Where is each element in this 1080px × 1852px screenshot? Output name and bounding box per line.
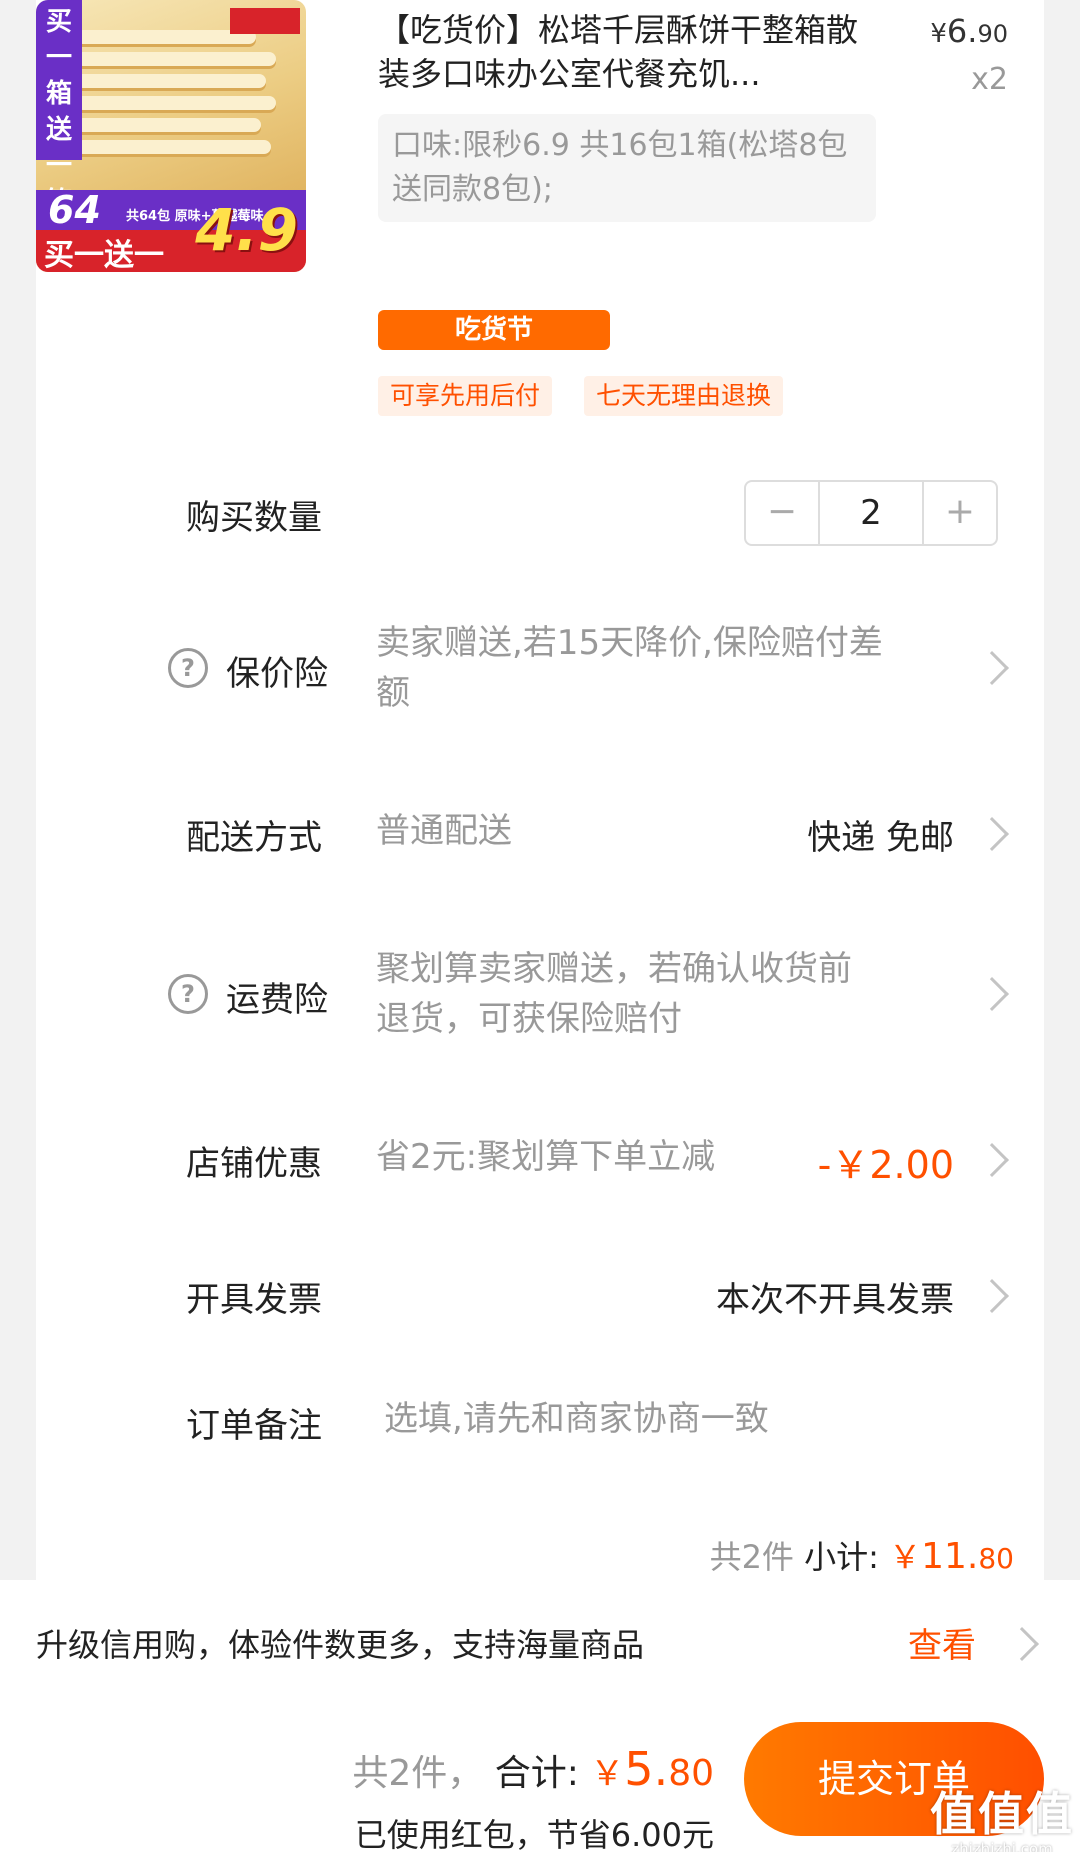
shop-discount-label: 店铺优惠 [186,1144,322,1184]
watermark-logo: 值值值 zhizhizhi.com [930,1787,1074,1852]
increment-button[interactable]: + [924,482,996,544]
pastry-illustration [76,30,276,180]
subtotal: 共2件 小计: ￥11.80 [709,1536,1014,1577]
price-protection-label: 保价险 [226,654,328,694]
total-amount: ￥5.80 [590,1742,714,1796]
chevron-right-icon[interactable] [1005,1627,1039,1661]
shipping-insurance-desc[interactable]: 聚划算卖家赠送，若确认收货前 退货，可获保险赔付 [376,944,852,1044]
decrement-button[interactable]: − [746,482,818,544]
quantity-stepper[interactable]: − 2 + [744,480,998,546]
image-price: 4.9 [195,196,298,264]
quantity-badge: x2 [971,62,1008,97]
product-image[interactable]: 买一箱送一箱 64 共64包 原味+蔓越莓味 买一送一 4.9 [36,0,306,272]
product-title[interactable]: 【吃货价】松塔千层酥饼干整箱散装多口味办公室代餐充饥... [378,8,878,96]
help-circle-icon[interactable]: ? [168,648,208,688]
unit-price: ¥6.90 [930,12,1008,50]
pack-count: 64 [48,188,101,232]
subtotal-amount: ￥11.80 [889,1536,1014,1577]
invoice-label: 开具发票 [186,1280,322,1320]
delivery-value[interactable]: 快递 免邮 [807,810,954,859]
delivery-desc: 普通配送 [376,811,512,851]
invoice-value[interactable]: 本次不开具发票 [716,1272,954,1321]
credit-text: 升级信用购，体验件数更多，支持海量商品 [36,1626,645,1664]
promo-tag: 吃货节 [378,310,610,350]
savings-note: 已使用红包，节省6.00元 [354,1816,714,1852]
checkout-bar: 共2件， 合计: ￥5.80 已使用红包，节省6.00元 提交订单 值值值 zh… [0,1700,1080,1852]
shop-discount-desc: 省2元:聚划算下单立减 [376,1137,716,1177]
quantity-value[interactable]: 2 [818,482,924,544]
shipping-insurance-label: 运费险 [226,980,328,1020]
help-circle-icon[interactable]: ? [168,974,208,1014]
buy-one-get-one: 买一送一 [44,238,164,272]
sku-spec[interactable]: 口味:限秒6.9 共16包1箱(松塔8包送同款8包); [378,114,876,222]
price-protection-desc[interactable]: 卖家赠送,若15天降价,保险赔付差额 [376,618,883,718]
total-line: 共2件， 合计: ￥5.80 [352,1742,714,1796]
credit-bar[interactable]: 升级信用购，体验件数更多，支持海量商品 查看 [0,1580,1080,1700]
promo-vertical-banner: 买一箱送一箱 [36,0,82,217]
quantity-label: 购买数量 [186,498,322,538]
credit-view-link[interactable]: 查看 [908,1618,976,1667]
shop-discount-value[interactable]: -￥2.00 [818,1134,954,1189]
remark-label: 订单备注 [186,1406,322,1446]
remark-input[interactable]: 选填,请先和商家协商一致 [384,1394,769,1444]
service-tag-return: 七天无理由退换 [584,376,784,416]
service-tag-pay-later: 可享先用后付 [378,376,553,416]
delivery-label: 配送方式 [186,818,322,858]
date-stamp [230,8,300,34]
